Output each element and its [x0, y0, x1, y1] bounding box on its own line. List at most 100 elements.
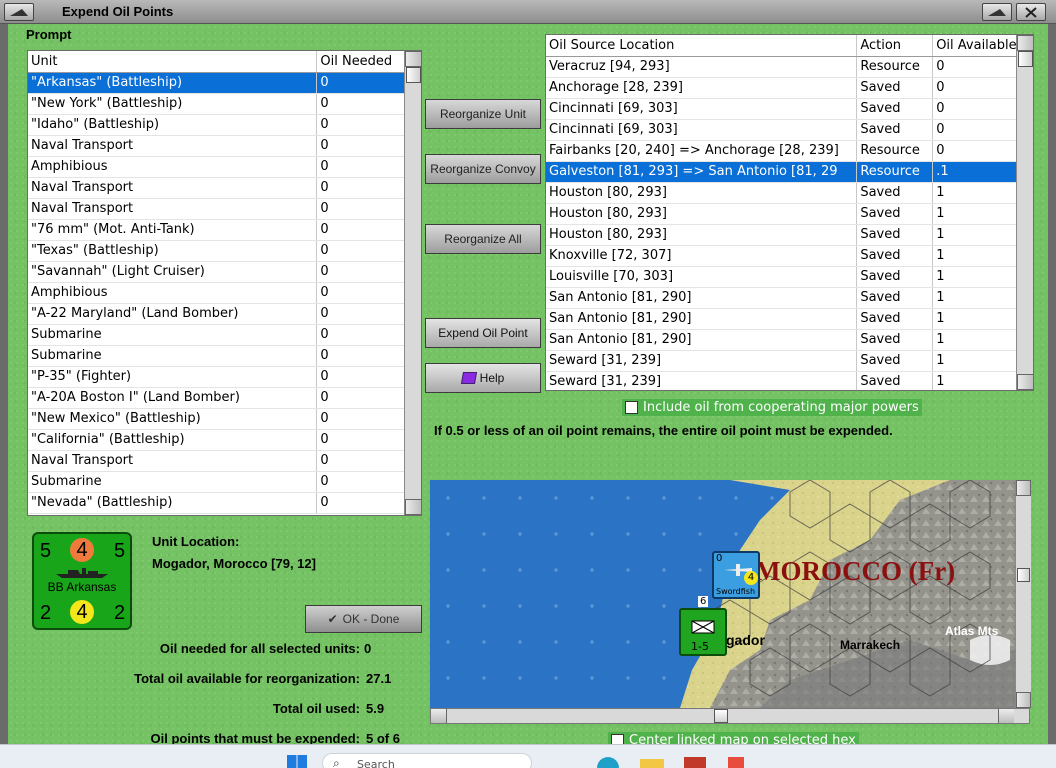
unit-row[interactable]: Naval Transport 0: [28, 177, 421, 199]
oil-source-row[interactable]: Houston [80, 293] Saved 1: [546, 224, 1033, 246]
unit-row[interactable]: Submarine 0: [28, 471, 421, 493]
column-header-action[interactable]: Action: [856, 35, 934, 57]
unit-name-cell: Naval Transport: [28, 450, 318, 472]
units-scrollbar[interactable]: [404, 51, 421, 515]
oil-source-row[interactable]: Seward [31, 239] Saved 1: [546, 350, 1033, 372]
unit-row[interactable]: "A-20A Boston I" (Land Bomber) 0: [28, 387, 421, 409]
linked-map[interactable]: MOROCCO (Fr) Marrakech gador Atlas Mts 0…: [430, 480, 1015, 708]
reorganize-convoy-button[interactable]: Reorganize Convoy: [425, 154, 541, 184]
close-button[interactable]: [1016, 3, 1046, 21]
sources-scrollbar[interactable]: [1016, 35, 1033, 390]
unit-row[interactable]: "Idaho" (Battleship) 0: [28, 114, 421, 136]
unit-row[interactable]: "Texas" (Battleship) 0: [28, 240, 421, 262]
oil-source-row[interactable]: Cincinnati [69, 303] Saved 0: [546, 98, 1033, 120]
unit-name-cell: "76 mm" (Mot. Anti-Tank): [28, 219, 318, 241]
oil-source-row[interactable]: Houston [80, 293] Saved 1: [546, 203, 1033, 225]
oil-source-row[interactable]: Veracruz [94, 293] Resource 0: [546, 56, 1033, 78]
oil-source-row[interactable]: Galveston [81, 293] => San Antonio [81, …: [546, 161, 1033, 183]
restore-icon: [988, 9, 1006, 16]
unit-row[interactable]: "Savannah" (Light Cruiser) 0: [28, 261, 421, 283]
oil-source-row[interactable]: Louisville [70, 303] Saved 1: [546, 266, 1033, 288]
counter-bottom-mid: 4: [70, 600, 94, 624]
expend-oil-point-button[interactable]: Expend Oil Point: [425, 318, 541, 348]
folder-icon[interactable]: [640, 759, 664, 768]
column-header-oil-source[interactable]: Oil Source Location: [546, 35, 858, 57]
app-icon[interactable]: [684, 757, 706, 768]
scroll-right-arrow[interactable]: [998, 709, 1014, 723]
unit-row[interactable]: "76 mm" (Mot. Anti-Tank) 0: [28, 219, 421, 241]
scroll-up-arrow[interactable]: [1017, 35, 1033, 51]
unit-row[interactable]: "New Mexico" (Battleship) 0: [28, 408, 421, 430]
action-cell: Resource: [856, 56, 934, 78]
app-icon-2[interactable]: [728, 757, 744, 768]
ok-done-label: OK - Done: [342, 612, 400, 626]
scroll-thumb[interactable]: [714, 709, 728, 723]
reorganize-all-button[interactable]: Reorganize All: [425, 224, 541, 254]
minimize-button[interactable]: [4, 3, 34, 21]
action-cell: Resource: [856, 140, 934, 162]
oil-source-cell: Veracruz [94, 293]: [546, 56, 858, 78]
unit-row[interactable]: Naval Transport 0: [28, 135, 421, 157]
counter-bottom-left: 2: [40, 602, 52, 624]
oil-source-cell: Cincinnati [69, 303]: [546, 98, 858, 120]
unit-row[interactable]: "A-22 Maryland" (Land Bomber) 0: [28, 303, 421, 325]
map-unit-stack[interactable]: 1-5: [679, 608, 727, 656]
stat-total-used-label: Total oil used:: [272, 701, 360, 716]
oil-source-row[interactable]: Fairbanks [20, 240] => Anchorage [28, 23…: [546, 140, 1033, 162]
oil-source-cell: San Antonio [81, 290]: [546, 308, 858, 330]
scroll-down-arrow[interactable]: [1016, 692, 1031, 708]
oil-source-row[interactable]: San Antonio [81, 290] Saved 1: [546, 287, 1033, 309]
oil-source-row[interactable]: San Antonio [81, 290] Saved 1: [546, 308, 1033, 330]
unit-row[interactable]: "New York" (Battleship) 0: [28, 93, 421, 115]
scroll-left-arrow[interactable]: [431, 709, 447, 723]
oil-source-row[interactable]: Knoxville [72, 307] Saved 1: [546, 245, 1033, 267]
unit-row[interactable]: "Nevada" (Battleship) 0: [28, 492, 421, 514]
include-cooperating-label: Include oil from cooperating major power…: [643, 400, 919, 415]
include-cooperating-checkbox[interactable]: [625, 401, 638, 414]
oil-source-row[interactable]: Seward [31, 239] Saved 1: [546, 371, 1033, 390]
column-header-unit[interactable]: Unit: [28, 51, 318, 73]
unit-row[interactable]: Naval Transport 0: [28, 198, 421, 220]
unit-row[interactable]: "California" (Battleship) 0: [28, 429, 421, 451]
ok-done-button[interactable]: ✔ OK - Done: [305, 605, 422, 633]
unit-name-cell: "Savannah" (Light Cruiser): [28, 261, 318, 283]
unit-name-cell: "Texas" (Battleship): [28, 240, 318, 262]
unit-row[interactable]: Submarine 0: [28, 345, 421, 367]
title-bar: Expend Oil Points: [0, 0, 1056, 24]
oil-source-cell: Fairbanks [20, 240] => Anchorage [28, 23…: [546, 140, 858, 162]
unit-row[interactable]: "P-35" (Fighter) 0: [28, 366, 421, 388]
oil-source-row[interactable]: Cincinnati [69, 303] Saved 0: [546, 119, 1033, 141]
unit-row[interactable]: Amphibious 0: [28, 282, 421, 304]
unit-name-cell: "A-20A Boston I" (Land Bomber): [28, 387, 318, 409]
scroll-down-arrow[interactable]: [1017, 374, 1033, 390]
scroll-up-arrow[interactable]: [1016, 480, 1031, 496]
unit-name-cell: "Idaho" (Battleship): [28, 114, 318, 136]
edge-icon[interactable]: [597, 757, 619, 768]
unit-row[interactable]: Amphibious 0: [28, 156, 421, 178]
unit-name-cell: Amphibious: [28, 282, 318, 304]
windows-start-icon[interactable]: [287, 755, 307, 768]
scroll-thumb[interactable]: [1017, 568, 1030, 582]
counter-unit-name: BB Arkansas: [47, 580, 117, 594]
unit-row[interactable]: "Arkansas" (Battleship) 0: [28, 72, 421, 94]
taskbar-search[interactable]: ⌕ Search: [322, 753, 532, 768]
scroll-thumb[interactable]: [406, 67, 421, 83]
unit-row[interactable]: Submarine 0: [28, 324, 421, 346]
scroll-up-arrow[interactable]: [405, 51, 421, 67]
scroll-down-arrow[interactable]: [405, 499, 421, 515]
restore-button[interactable]: [982, 3, 1012, 21]
unit-location-value: Mogador, Morocco [79, 12]: [152, 556, 316, 571]
map-vertical-scrollbar[interactable]: [1015, 480, 1031, 708]
help-button-label: Help: [479, 371, 505, 385]
map-unit-swordfish[interactable]: 0 4 Swordfish: [712, 551, 760, 599]
map-label-atlas: Atlas Mts: [945, 624, 999, 638]
oil-source-row[interactable]: Anchorage [28, 239] Saved 0: [546, 77, 1033, 99]
oil-source-row[interactable]: Houston [80, 293] Saved 1: [546, 182, 1033, 204]
reorganize-unit-button[interactable]: Reorganize Unit: [425, 99, 541, 129]
scroll-thumb[interactable]: [1018, 51, 1033, 67]
oil-source-row[interactable]: San Antonio [81, 290] Saved 1: [546, 329, 1033, 351]
include-cooperating-checkbox-row[interactable]: Include oil from cooperating major power…: [622, 399, 922, 416]
help-button[interactable]: Help: [425, 363, 541, 393]
unit-row[interactable]: Naval Transport 0: [28, 450, 421, 472]
map-horizontal-scrollbar[interactable]: [430, 708, 1030, 724]
